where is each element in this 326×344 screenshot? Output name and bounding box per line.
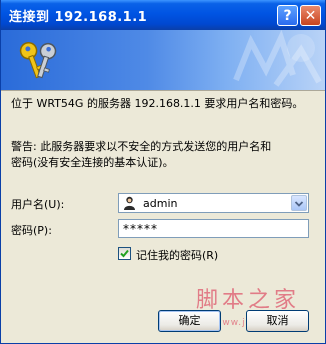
dialog-title: 连接到 192.168.1.1 — [9, 10, 148, 25]
password-label: 密码(P): — [11, 224, 52, 237]
username-combobox[interactable]: admin — [118, 193, 309, 213]
remember-password-checkbox[interactable] — [118, 247, 131, 260]
password-field[interactable]: ***** — [118, 219, 309, 238]
close-button[interactable]: ✕ — [300, 5, 321, 26]
title-bar[interactable]: 连接到 192.168.1.1 ? ✕ — [1, 0, 325, 30]
keys-icon — [19, 41, 57, 79]
password-value: ***** — [123, 222, 158, 236]
login-dialog: 连接到 192.168.1.1 ? ✕ 位于 WRT54G 的服务器 192.1… — [0, 0, 326, 344]
dialog-banner — [1, 30, 325, 90]
username-value: admin — [143, 197, 178, 210]
warning-line-2: 密码(没有安全连接的基本认证)。 — [11, 156, 174, 169]
help-button[interactable]: ? — [277, 5, 298, 26]
username-dropdown-button[interactable] — [291, 195, 307, 211]
server-message: 位于 WRT54G 的服务器 192.168.1.1 要求用户名和密码。 — [11, 97, 304, 110]
ok-button[interactable]: 确定 — [158, 310, 221, 332]
chevron-down-icon — [294, 201, 304, 207]
banner-divider — [1, 90, 325, 91]
checkmark-icon — [120, 249, 129, 258]
remember-password-label[interactable]: 记住我的密码(R) — [136, 247, 218, 263]
cancel-button[interactable]: 取消 — [246, 310, 309, 332]
username-label: 用户名(U): — [11, 198, 65, 211]
warning-line-1: 警告: 此服务器要求以不安全的方式发送您的用户名和 — [11, 140, 272, 153]
user-icon — [124, 196, 135, 210]
